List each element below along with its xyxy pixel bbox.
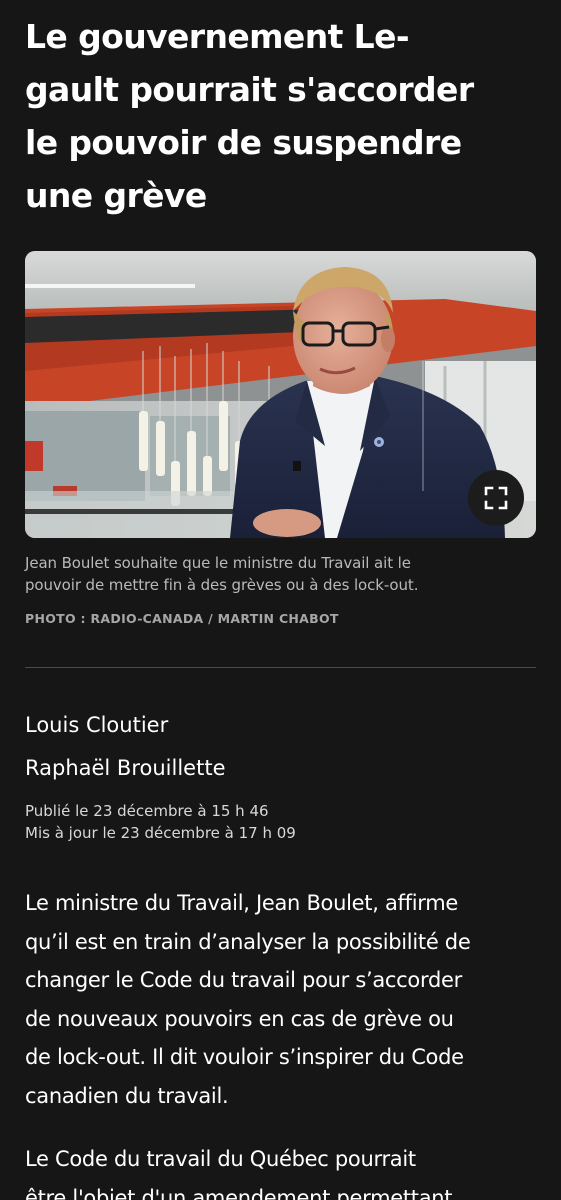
publication-dates: Publié le 23 décembre à 15 h 46 Mis à jo… <box>25 800 296 844</box>
title-line: Le gouvernement Le- <box>25 17 410 56</box>
fullscreen-button[interactable] <box>468 470 524 526</box>
article-title: Le gouvernement Le- gault pourrait s'acc… <box>25 10 545 222</box>
paragraph-line: changer le Code du travail pour s’accord… <box>25 968 462 992</box>
photo-illustration <box>25 251 536 538</box>
divider <box>25 667 536 668</box>
paragraph-line: qu’il est en train d’analyser la possibi… <box>25 929 471 954</box>
author-link[interactable]: Louis Cloutier <box>25 711 168 739</box>
expand-icon <box>484 486 508 510</box>
caption-line: Jean Boulet souhaite que le ministre du … <box>25 554 411 572</box>
paragraph-line: canadien du travail. <box>25 1083 229 1108</box>
photo-caption: Jean Boulet souhaite que le ministre du … <box>25 552 540 596</box>
title-line: une grève <box>25 176 207 215</box>
article-page: Le gouvernement Le- gault pourrait s'acc… <box>0 0 561 1200</box>
paragraph-line: Le ministre du Travail, Jean Boulet, aff… <box>25 891 458 915</box>
author-link[interactable]: Raphaël Brouillette <box>25 754 225 782</box>
published-date: Publié le 23 décembre à 15 h 46 <box>25 802 269 820</box>
title-line: le pouvoir de suspendre <box>25 123 462 162</box>
paragraph-line: être l'objet d'un amendement permettant <box>25 1185 453 1200</box>
paragraph-line: de nouveaux pouvoirs en cas de grève ou <box>25 1006 454 1031</box>
paragraph-line: de lock-out. Il dit vouloir s’inspirer d… <box>25 1045 464 1069</box>
body-paragraph: Le ministre du Travail, Jean Boulet, aff… <box>25 884 545 1115</box>
caption-line: pouvoir de mettre fin à des grèves ou à … <box>25 576 419 594</box>
article-photo[interactable] <box>25 251 536 538</box>
paragraph-line: Le Code du travail du Québec pourrait <box>25 1147 416 1171</box>
body-paragraph: Le Code du travail du Québec pourrait êt… <box>25 1140 545 1200</box>
updated-date: Mis à jour le 23 décembre à 17 h 09 <box>25 824 296 842</box>
photo-credit: PHOTO : RADIO-CANADA / MARTIN CHABOT <box>25 611 339 626</box>
title-line: gault pourrait s'accorder <box>25 70 474 109</box>
